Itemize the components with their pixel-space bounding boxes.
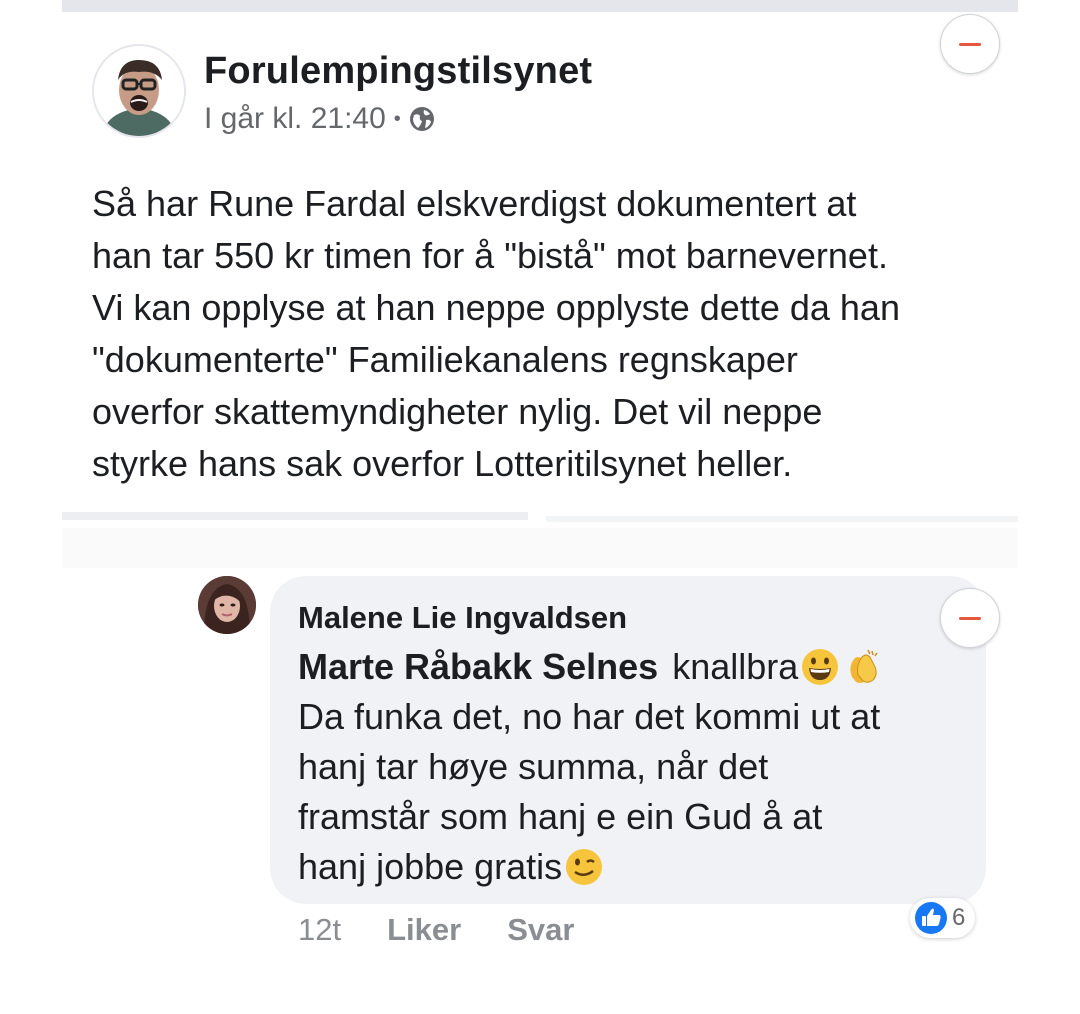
post-timestamp[interactable]: I går kl. 21:40 [204,102,386,136]
post-card: Forulempingstilsynet I går kl. 21:40 • S… [62,12,1018,528]
reply-button[interactable]: Svar [507,912,574,948]
top-divider [62,0,1018,12]
comment-bubble: Malene Lie Ingvaldsen Marte Råbakk Selne… [270,576,986,904]
section-gap [62,528,1018,568]
avatar-image [198,576,256,634]
post-text-line: Vi kan opplyse at han neppe opplyste det… [92,287,900,328]
post-text-line: han tar 550 kr timen for å "bistå" mot b… [92,235,888,276]
post-text-line: styrke hans sak overfor Lotteritilsynet … [92,443,793,484]
minus-icon [959,42,981,46]
post-author-avatar[interactable] [92,44,186,138]
comment-body: Marte Råbakk Selnes knallbra Da funka det… [298,642,882,892]
comment-card: Malene Lie Ingvaldsen Marte Råbakk Selne… [62,568,1018,960]
page: Forulempingstilsynet I går kl. 21:40 • S… [0,0,1080,1014]
post-author-name[interactable]: Forulempingstilsynet [204,50,592,93]
comment-text-line: hanj tar høye summa, når det [298,746,769,787]
clapping-hands-emoji [850,649,878,683]
comment-first-line: Marte Råbakk Selnes knallbra [298,642,882,692]
post-collapse-button[interactable] [940,14,1000,74]
winking-face-emoji [566,849,603,885]
like-button[interactable]: Liker [387,912,461,948]
avatar-image [94,46,184,136]
comment-author-name[interactable]: Malene Lie Ingvaldsen [298,600,627,636]
comment-collapse-button[interactable] [940,588,1000,648]
comment-actions: 12t Liker Svar [298,912,574,948]
reaction-count: 6 [952,904,966,931]
globe-icon[interactable] [409,106,435,132]
post-text-line: Så har Rune Fardal elskverdigst dokument… [92,183,857,224]
post-meta: I går kl. 21:40 • [204,102,435,136]
meta-separator: • [393,107,401,130]
minus-icon [959,616,981,620]
comment-text-line: Da funka det, no har det kommi ut at [298,696,881,737]
bottom-area [62,960,1018,1014]
post-text-line: "dokumenterte" Familiekanalens regnskape… [92,339,798,380]
commenter-avatar[interactable] [198,576,256,634]
comment-text: knallbra [672,646,799,687]
like-reaction-icon [915,902,947,934]
reaction-badge[interactable]: 6 [910,898,976,938]
post-footer-divider [546,516,1018,522]
post-body: Så har Rune Fardal elskverdigst dokument… [92,178,1012,490]
post-text-line: overfor skattemyndigheter nylig. Det vil… [92,391,823,432]
post-footer-divider [62,512,528,520]
comment-timestamp[interactable]: 12t [298,912,341,948]
comment-last-line: hanj jobbe gratis [298,842,882,892]
mention-link[interactable]: Marte Råbakk Selnes [298,646,658,687]
comment-text-line: framstår som hanj e ein Gud å at [298,796,823,837]
comment-text: hanj jobbe gratis [298,846,563,887]
grinning-face-emoji [802,649,839,685]
